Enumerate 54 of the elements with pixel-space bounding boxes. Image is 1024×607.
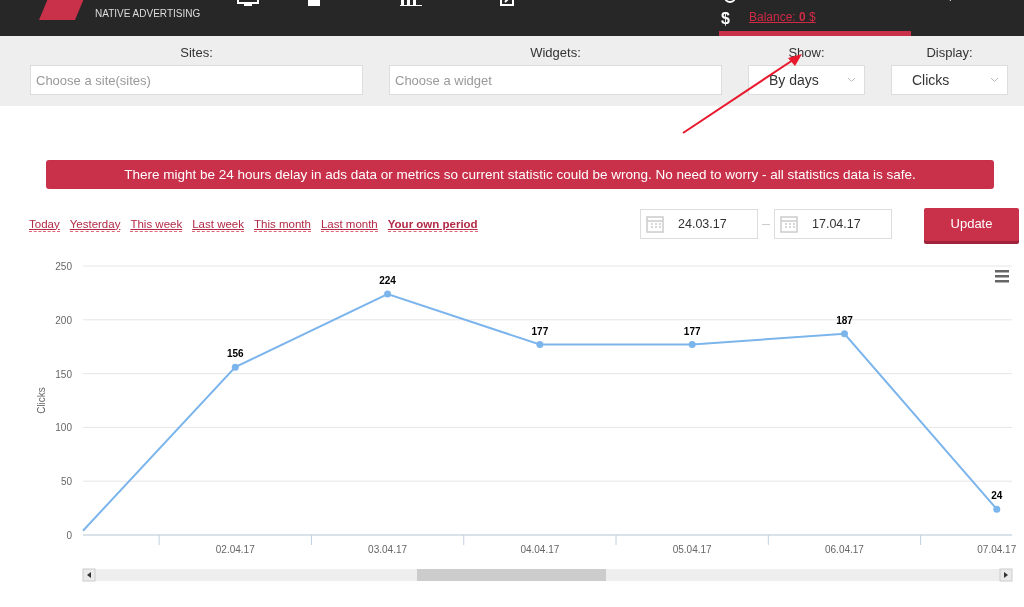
display-select[interactable]: Clicks (891, 65, 1008, 95)
period-link[interactable]: This week (130, 216, 183, 232)
widgets-field[interactable]: Choose a widget (389, 65, 722, 95)
period-link[interactable]: This month (254, 216, 311, 232)
y-tick-label: 250 (55, 261, 72, 272)
scroll-right-button[interactable] (999, 568, 1013, 582)
x-tick-label: 05.04.17 (672, 544, 712, 555)
data-point (993, 505, 1001, 513)
warning-banner: There might be 24 hours delay in ads data or metrics so current statistic could be wrong. No need to worry - all statistics data is safe. (46, 160, 994, 189)
chevron-icon (990, 77, 999, 83)
field-label: Sites: (180, 45, 213, 61)
y-tick-label: 50 (60, 476, 72, 488)
calendar-icon (780, 215, 798, 233)
field-label: Show: (788, 45, 825, 61)
data-point (688, 341, 696, 349)
data-point (231, 363, 239, 371)
period-link[interactable]: Yesterday (69, 216, 121, 232)
y-tick-label: 200 (55, 314, 72, 326)
scroll-left-button[interactable] (82, 568, 96, 582)
data-point (384, 290, 392, 298)
period-link[interactable]: Your own period (387, 216, 478, 232)
update-button[interactable]: Update (924, 207, 1019, 241)
sites-field[interactable]: Choose a site(sites) (30, 65, 363, 95)
x-tick-label: 03.04.17 (368, 544, 408, 555)
logo-tagline: NATIVE ADVERTISING (95, 7, 201, 21)
x-tick-label: 07.04.17 (977, 544, 1017, 555)
data-label: 187 (836, 314, 853, 326)
date-from-field[interactable]: 24.03.17 (640, 209, 758, 239)
y-tick-label: 0 (66, 530, 72, 541)
data-label: 156 (226, 348, 244, 360)
data-point (841, 330, 848, 338)
calendar-icon (646, 215, 664, 233)
data-label: 177 (531, 325, 549, 337)
y-tick-label: 150 (55, 368, 72, 380)
data-label: 24 (991, 490, 1003, 502)
x-tick-label: 02.04.17 (215, 544, 255, 555)
scrollbar-thumb[interactable] (417, 569, 606, 581)
show-select[interactable]: By days (748, 65, 865, 95)
dollar-icon: $ (721, 7, 730, 31)
data-point (536, 341, 544, 349)
y-axis-title: Clicks (36, 387, 47, 414)
menu-icon[interactable] (995, 270, 1009, 283)
x-tick-label: 06.04.17 (825, 544, 864, 555)
data-label: 177 (683, 325, 701, 337)
period-link[interactable]: Today (29, 216, 60, 232)
chevron-icon (847, 77, 856, 83)
field-label: Display: (926, 45, 973, 61)
period-link[interactable]: Last week (192, 216, 244, 232)
y-tick-label: 100 (55, 422, 72, 434)
period-link[interactable]: Last month (320, 216, 378, 232)
date-to-field[interactable]: 17.04.17 (774, 209, 892, 239)
x-tick-label: 04.04.17 (520, 544, 560, 555)
field-label: Widgets: (530, 45, 581, 61)
data-label: 224 (379, 275, 396, 286)
